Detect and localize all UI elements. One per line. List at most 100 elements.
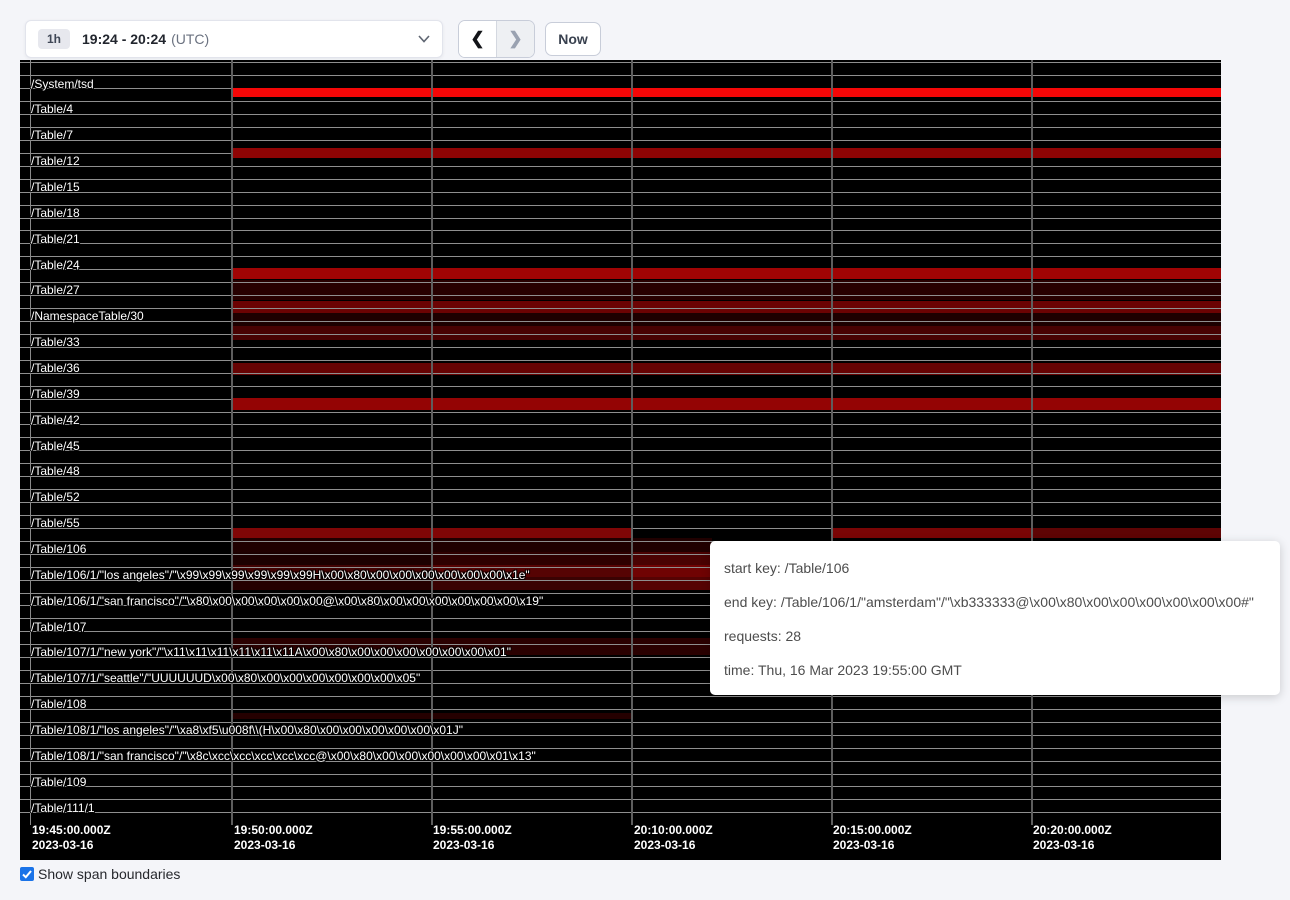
- span-boundary-line: [20, 502, 1221, 503]
- span-boundary-line: [20, 101, 1221, 102]
- key-span-label: /Table/48: [31, 465, 80, 477]
- key-span-label: /Table/109: [31, 776, 86, 788]
- span-boundary-line: [20, 243, 1221, 244]
- heatmap-band[interactable]: [232, 148, 1221, 158]
- time-gridline: [831, 60, 833, 825]
- key-span-label: /Table/52: [31, 491, 80, 503]
- next-interval-button[interactable]: ❯: [497, 21, 534, 57]
- span-boundary-line: [20, 140, 1221, 141]
- time-axis-label: 19:45:00.000Z2023-03-16: [32, 823, 111, 853]
- key-span-label: /Table/39: [31, 388, 80, 400]
- span-boundary-line: [20, 450, 1221, 451]
- key-span-label: /Table/24: [31, 259, 80, 271]
- heatmap-band[interactable]: [232, 88, 1221, 98]
- checkmark-icon: [22, 870, 32, 879]
- span-boundary-line: [20, 347, 1221, 348]
- time-range-text: 19:24 - 20:24: [82, 31, 166, 47]
- span-boundary-line: [20, 282, 1221, 283]
- time-range-selector[interactable]: 1h 19:24 - 20:24 (UTC): [25, 20, 443, 58]
- span-boundary-line: [20, 463, 1221, 464]
- key-span-label: /Table/42: [31, 414, 80, 426]
- heatmap-band[interactable]: [232, 268, 1221, 280]
- key-span-label: /Table/7: [31, 129, 73, 141]
- tooltip-requests: requests: 28: [724, 619, 1266, 653]
- chevron-down-icon: [418, 35, 430, 43]
- span-boundary-line: [20, 166, 1221, 167]
- key-span-label: /Table/108/1/"san francisco"/"\x8c\xcc\x…: [31, 750, 536, 762]
- span-boundary-line: [20, 230, 1221, 231]
- key-span-label: /Table/106/1/"san francisco"/"\x80\x00\x…: [31, 595, 543, 607]
- time-gridline: [431, 60, 433, 825]
- span-boundary-line: [20, 205, 1221, 206]
- key-span-label: /Table/55: [31, 517, 80, 529]
- key-span-label: /Table/108: [31, 698, 86, 710]
- heatmap-band[interactable]: [232, 398, 1221, 410]
- span-boundary-line: [20, 812, 1221, 813]
- key-span-label: /Table/4: [31, 103, 73, 115]
- span-boundary-line: [20, 62, 1221, 63]
- now-button[interactable]: Now: [545, 22, 601, 56]
- span-boundary-line: [20, 774, 1221, 775]
- key-span-label: /Table/106: [31, 543, 86, 555]
- time-axis-label: 20:15:00.000Z2023-03-16: [833, 823, 912, 853]
- show-span-boundaries-control: Show span boundaries: [20, 866, 180, 882]
- key-span-label: /Table/27: [31, 284, 80, 296]
- key-span-label: /Table/36: [31, 362, 80, 374]
- time-axis-label: 19:50:00.000Z2023-03-16: [234, 823, 313, 853]
- span-boundary-line: [20, 334, 1221, 335]
- span-boundary-line: [20, 386, 1221, 387]
- heatmap-band[interactable]: [232, 326, 1221, 340]
- key-visualizer-canvas[interactable]: /System/tsd/Table/4/Table/7/Table/12/Tab…: [20, 60, 1221, 860]
- show-span-boundaries-label: Show span boundaries: [38, 866, 180, 882]
- key-span-label: /Table/33: [31, 336, 80, 348]
- key-span-label: /Table/12: [31, 155, 80, 167]
- span-boundary-line: [20, 75, 1221, 76]
- key-span-label: /Table/111/1: [31, 802, 95, 814]
- span-boundary-line: [20, 295, 1221, 296]
- span-boundary-line: [20, 192, 1221, 193]
- span-boundary-line: [20, 515, 1221, 516]
- span-boundary-line: [20, 799, 1221, 800]
- span-boundary-line: [20, 709, 1221, 710]
- span-boundary-line: [20, 437, 1221, 438]
- tooltip-start-key: start key: /Table/106: [724, 551, 1266, 585]
- tooltip-time: time: Thu, 16 Mar 2023 19:55:00 GMT: [724, 653, 1266, 687]
- span-boundary-line: [20, 360, 1221, 361]
- time-gridline: [231, 60, 233, 825]
- span-boundary-line: [20, 476, 1221, 477]
- chevron-right-icon: ❯: [508, 29, 522, 49]
- span-boundary-line: [20, 179, 1221, 180]
- span-boundary-line: [20, 786, 1221, 787]
- time-axis-label: 19:55:00.000Z2023-03-16: [433, 823, 512, 853]
- span-boundary-line: [20, 127, 1221, 128]
- span-boundary-line: [20, 424, 1221, 425]
- heatmap-band[interactable]: [232, 301, 1221, 313]
- previous-interval-button[interactable]: ❮: [459, 21, 497, 57]
- time-nav-group: ❮ ❯: [458, 20, 535, 58]
- time-gridline: [1031, 60, 1033, 825]
- show-span-boundaries-checkbox[interactable]: [20, 867, 34, 881]
- key-span-label: /Table/107/1/"new york"/"\x11\x11\x11\x1…: [31, 646, 511, 658]
- heatmap-band[interactable]: [831, 528, 1031, 538]
- span-boundary-line: [20, 256, 1221, 257]
- heatmap-band[interactable]: [232, 313, 1221, 326]
- key-span-label: /Table/21: [31, 233, 80, 245]
- span-boundary-line: [20, 114, 1221, 115]
- time-axis-label: 20:20:00.000Z2023-03-16: [1033, 823, 1112, 853]
- time-gridline: [631, 60, 633, 825]
- key-span-label: /Table/106/1/"los angeles"/"\x99\x99\x99…: [31, 569, 530, 581]
- key-span-label: /Table/15: [31, 181, 80, 193]
- key-span-label: /Table/108/1/"los angeles"/"\xa8\xf5\u00…: [31, 724, 463, 736]
- tooltip-end-key: end key: /Table/106/1/"amsterdam"/"\xb33…: [724, 585, 1266, 619]
- span-boundary-line: [20, 321, 1221, 322]
- key-span-label: /Table/45: [31, 440, 80, 452]
- key-span-label: /NamespaceTable/30: [31, 310, 144, 322]
- heatmap-band[interactable]: [1031, 528, 1221, 538]
- time-range-badge: 1h: [38, 29, 70, 49]
- key-span-label: /System/tsd: [31, 78, 94, 90]
- key-span-label: /Table/107/1/"seattle"/"UUUUUUD\x00\x80\…: [31, 672, 420, 684]
- time-axis-label: 20:10:00.000Z2023-03-16: [634, 823, 713, 853]
- span-boundary-line: [20, 412, 1221, 413]
- span-boundary-line: [20, 218, 1221, 219]
- span-boundary-line: [20, 489, 1221, 490]
